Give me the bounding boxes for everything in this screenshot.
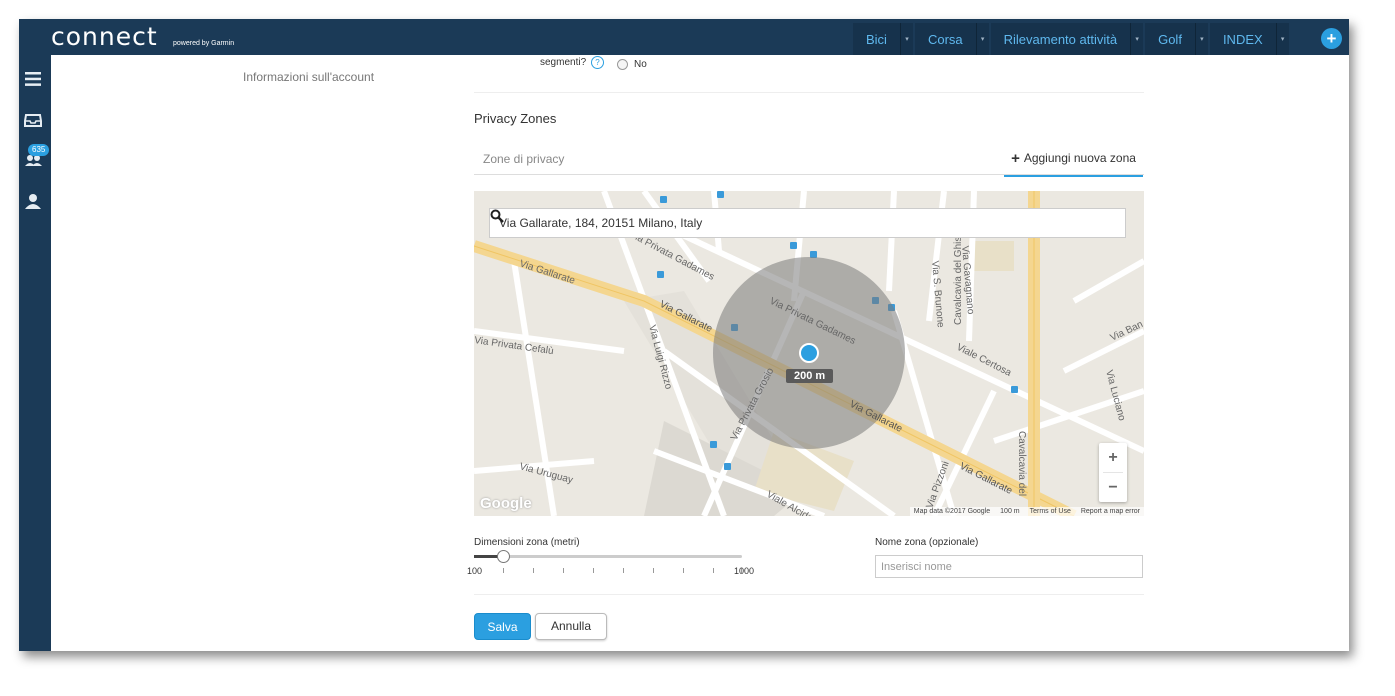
notification-badge[interactable]: 635 [28, 144, 50, 156]
terms-link[interactable]: Terms of Use [1030, 508, 1071, 515]
nav-item-golf[interactable]: Golf ▾ [1145, 23, 1208, 55]
slider-handle[interactable] [497, 550, 510, 563]
inbox-icon[interactable] [24, 112, 46, 130]
chevron-down-icon[interactable]: ▾ [1275, 23, 1289, 55]
nav-label: Bici [866, 31, 887, 47]
slider-ticks [503, 568, 743, 574]
radius-label: 200 m [786, 369, 834, 383]
chevron-down-icon[interactable]: ▾ [1194, 23, 1208, 55]
tab-privacy-zones[interactable]: Zone di privacy [483, 152, 564, 166]
zoom-in-button[interactable]: + [1099, 443, 1127, 472]
divider [474, 92, 1144, 93]
map-data-text: Map data ©2017 Google [913, 508, 991, 515]
divider [474, 594, 1144, 595]
main-nav: Bici ▾ Corsa ▾ Rilevamento attività ▾ Golf ▾… [853, 23, 1291, 55]
map-scale: 100 m [1000, 508, 1020, 515]
cancel-button[interactable]: Annulla [535, 613, 607, 640]
sidebar: 635 [19, 55, 51, 651]
account-info-link[interactable]: Informazioni sull'account [243, 70, 374, 84]
segments-question: segmenti? [540, 57, 587, 68]
nav-label: Golf [1158, 31, 1182, 47]
tick [683, 568, 684, 573]
chevron-down-icon[interactable]: ▾ [1130, 23, 1143, 55]
help-icon[interactable]: ? [591, 56, 604, 69]
tab-divider [474, 174, 1144, 175]
street-label: Cavalcavia del [1016, 431, 1027, 496]
tick [503, 568, 504, 573]
slider-min: 100 [467, 566, 483, 576]
zone-name-input[interactable] [875, 555, 1143, 578]
zoom-out-button[interactable]: − [1099, 473, 1127, 502]
nav-label: Corsa [927, 31, 963, 47]
app-window: connect powered by Garmin Bici ▾ Corsa ▾ R… [19, 19, 1349, 651]
zone-name-label: Nome zona (opzionale) [875, 537, 979, 548]
user-icon[interactable] [24, 193, 46, 211]
slider-max: 1000 [734, 566, 755, 576]
nav-item-bici[interactable]: Bici ▾ [853, 23, 913, 55]
menu-icon[interactable] [24, 71, 46, 89]
add-zone-label: Aggiungi nuova zona [1023, 151, 1136, 165]
chevron-down-icon[interactable]: ▾ [975, 23, 989, 55]
map-attribution: Map data ©2017 Google 100 m Terms of Use… [909, 507, 1144, 516]
tick [713, 568, 714, 573]
privacy-zone-map[interactable]: Via Gallarate Via Gallarate Via Privata … [474, 191, 1144, 516]
plus-icon[interactable]: + [1321, 28, 1342, 49]
save-button[interactable]: Salva [474, 613, 531, 640]
add-zone-tab[interactable]: + Aggiungi nuova zona [1004, 141, 1143, 177]
search-icon[interactable] [490, 209, 504, 223]
map-search-input[interactable]: Via Gallarate, 184, 20151 Milano, Italy [489, 208, 1126, 238]
radio-no[interactable] [617, 59, 628, 70]
nav-label: Rilevamento attività [1003, 31, 1118, 47]
privacy-zones-title: Privacy Zones [474, 111, 557, 126]
tick [563, 568, 564, 573]
nav-item-corsa[interactable]: Corsa ▾ [914, 23, 989, 55]
radio-no-label: No [634, 59, 647, 70]
tick [653, 568, 654, 573]
map-canvas: Via Gallarate Via Gallarate Via Privata … [474, 191, 1144, 516]
nav-item-index[interactable]: INDEX ▾ [1209, 23, 1289, 55]
zoom-control: + − [1099, 443, 1127, 502]
logo-subtitle: powered by Garmin [173, 40, 235, 47]
tick [593, 568, 594, 573]
google-logo: Google [480, 495, 532, 512]
top-bar: connect powered by Garmin Bici ▾ Corsa ▾ R… [19, 19, 1349, 55]
nav-label: INDEX [1222, 31, 1263, 47]
tick [533, 568, 534, 573]
zone-size-slider[interactable] [474, 555, 742, 558]
map-search-value: Via Gallarate, 184, 20151 Milano, Italy [499, 216, 703, 230]
chevron-down-icon[interactable]: ▾ [899, 23, 913, 55]
nav-item-rilevamento[interactable]: Rilevamento attività ▾ [990, 23, 1144, 55]
tick [623, 568, 624, 573]
connect-logo[interactable]: connect [51, 24, 158, 50]
zone-center-marker [799, 343, 819, 363]
zone-size-label: Dimensioni zona (metri) [474, 537, 580, 548]
report-error-link[interactable]: Report a map error [1081, 508, 1140, 515]
plus-icon: + [1011, 149, 1020, 167]
